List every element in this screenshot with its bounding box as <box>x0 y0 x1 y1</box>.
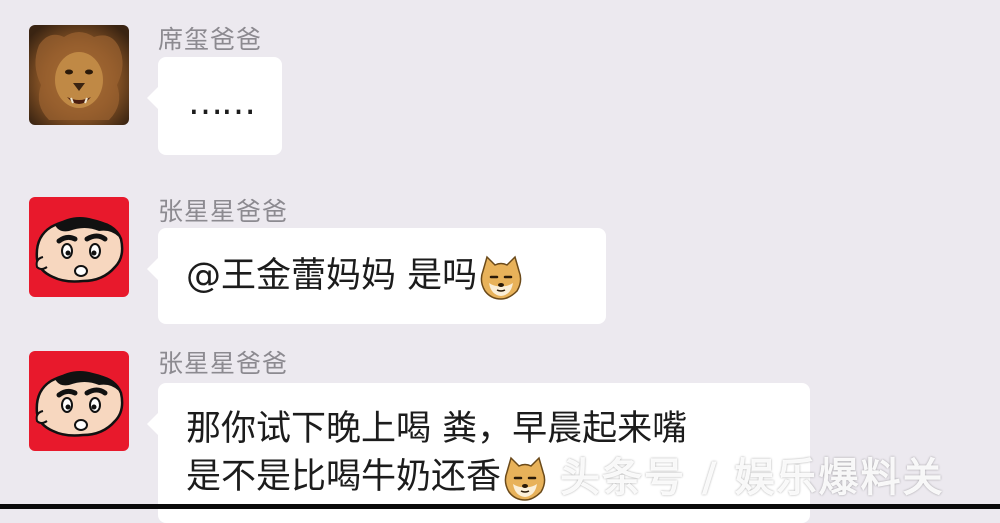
message-bubble[interactable]: …… <box>147 57 282 155</box>
watermark-text: 头条号 / 娱乐爆料关 <box>560 455 945 501</box>
lion-avatar[interactable] <box>29 25 129 125</box>
sender-name: 席玺爸爸 <box>158 25 263 54</box>
sender-name: 张星星爸爸 <box>158 349 289 378</box>
message-text: @王金蕾妈妈 是吗 <box>186 256 478 296</box>
doge-emoji <box>501 454 549 502</box>
message-text-line: 是不是比喝牛奶还香 <box>186 457 502 497</box>
message-bubble[interactable]: @王金蕾妈妈 是吗 <box>147 228 606 324</box>
crayon-shin-chan-avatar[interactable] <box>29 197 129 297</box>
bottom-edge-bar <box>0 504 1000 509</box>
sender-name: 张星星爸爸 <box>158 197 289 226</box>
crayon-shin-chan-avatar[interactable] <box>29 351 129 451</box>
doge-emoji <box>477 253 525 301</box>
message-text: …… <box>188 83 256 123</box>
